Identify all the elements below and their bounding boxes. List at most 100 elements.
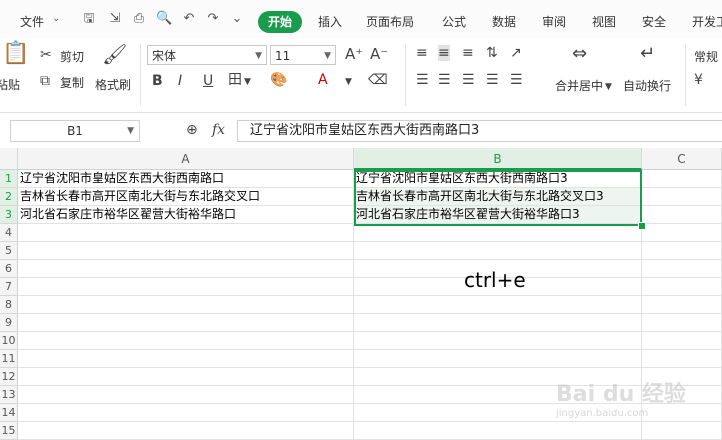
row-header[interactable]: 11 (0, 350, 18, 368)
paste-label[interactable]: 粘贴 (0, 76, 20, 93)
empty-cell[interactable] (642, 224, 722, 242)
file-menu[interactable]: 文件 (20, 13, 44, 30)
empty-cell[interactable] (642, 296, 722, 314)
empty-cell[interactable] (18, 368, 354, 386)
row-header[interactable]: 4 (0, 224, 18, 242)
cell-b1[interactable]: 辽宁省沈阳市皇姑区东西大街西南路口3 (354, 170, 642, 188)
empty-cell[interactable] (354, 350, 642, 368)
merge-center-icon[interactable]: ⇔ (572, 45, 587, 63)
empty-cell[interactable] (642, 242, 722, 260)
shrink-font-icon[interactable]: A⁻ (370, 46, 388, 62)
distributed-icon[interactable]: ☰ (510, 72, 523, 88)
preview-icon[interactable]: 🔍 (156, 12, 172, 26)
border-icon[interactable]: 田 (228, 72, 242, 88)
row-header[interactable]: 2 (0, 188, 18, 206)
empty-cell[interactable] (642, 350, 722, 368)
row-header[interactable]: 10 (0, 332, 18, 350)
align-bottom-icon[interactable]: ≡ (462, 45, 474, 61)
tab-home[interactable]: 开始 (258, 11, 302, 33)
empty-cell[interactable] (18, 260, 354, 278)
grow-font-icon[interactable]: A⁺ (345, 46, 363, 62)
empty-cell[interactable] (642, 314, 722, 332)
export-icon[interactable]: ⇲ (108, 12, 122, 26)
empty-cell[interactable] (354, 242, 642, 260)
row-header[interactable]: 8 (0, 296, 18, 314)
copy-icon[interactable]: ⧉ (40, 73, 50, 89)
empty-cell[interactable] (642, 278, 722, 296)
cell-b3[interactable]: 河北省石家庄市裕华区翟营大街裕华路口3 (354, 206, 642, 224)
text-direction-icon[interactable]: ⇅ (486, 45, 498, 61)
number-format-select[interactable]: 常规 (694, 48, 718, 65)
align-left-icon[interactable]: ☰ (416, 72, 429, 88)
empty-cell[interactable] (18, 422, 354, 440)
tab-formulas[interactable]: 公式 (442, 13, 466, 30)
empty-cell[interactable] (18, 314, 354, 332)
empty-cell[interactable] (642, 188, 722, 206)
orientation-icon[interactable]: ↗ (510, 45, 522, 61)
paste-icon[interactable]: 📋 (2, 43, 29, 65)
align-middle-icon[interactable]: ≡ (438, 45, 450, 61)
empty-cell[interactable] (18, 242, 354, 260)
chevron-down-icon[interactable]: ⌄ (52, 13, 60, 24)
tab-developer[interactable]: 开发工 (692, 13, 722, 30)
row-header[interactable]: 3 (0, 206, 18, 224)
print-icon[interactable]: ⎙ (132, 12, 146, 26)
fill-color-icon[interactable]: 🎨 (270, 72, 287, 88)
font-color-icon[interactable]: A (318, 72, 328, 88)
italic-button[interactable]: I (178, 73, 182, 89)
column-header-a[interactable]: A (18, 148, 354, 170)
empty-cell[interactable] (18, 350, 354, 368)
font-name-select[interactable]: 宋体 ▼ (147, 45, 267, 65)
tab-data[interactable]: 数据 (492, 13, 516, 30)
empty-cell[interactable] (18, 386, 354, 404)
chevron-down-icon[interactable]: ⌄ (230, 12, 244, 26)
formula-input[interactable]: 辽宁省沈阳市皇姑区东西大街西南路口3 (237, 120, 722, 142)
align-right-icon[interactable]: ☰ (462, 72, 475, 88)
redo-icon[interactable]: ↷ (206, 12, 220, 26)
align-center-icon[interactable]: ☰ (438, 72, 451, 88)
cell-a2[interactable]: 吉林省长春市高开区南北大街与东北路交叉口 (18, 188, 354, 206)
fill-handle[interactable] (638, 222, 646, 230)
row-header[interactable]: 13 (0, 386, 18, 404)
empty-cell[interactable] (18, 278, 354, 296)
chevron-down-icon[interactable]: ▼ (255, 46, 262, 66)
empty-cell[interactable] (354, 314, 642, 332)
fx-icon[interactable]: fx (212, 122, 225, 138)
empty-cell[interactable] (642, 206, 722, 224)
save-icon[interactable]: 🖫 (82, 12, 96, 26)
wrap-text-icon[interactable]: ↵ (640, 45, 655, 63)
tab-security[interactable]: 安全 (642, 13, 666, 30)
cell-a3[interactable]: 河北省石家庄市裕华区翟营大街裕华路口 (18, 206, 354, 224)
format-painter-button[interactable]: 格式刷 (95, 76, 131, 93)
empty-cell[interactable] (18, 332, 354, 350)
eraser-icon[interactable]: ⌫ (368, 72, 388, 88)
chevron-down-icon[interactable]: ▼ (345, 74, 352, 90)
empty-cell[interactable] (354, 332, 642, 350)
chevron-down-icon[interactable]: ▼ (605, 79, 612, 95)
empty-cell[interactable] (18, 224, 354, 242)
row-header[interactable]: 5 (0, 242, 18, 260)
row-header[interactable]: 9 (0, 314, 18, 332)
tab-page-layout[interactable]: 页面布局 (366, 13, 414, 30)
scissors-icon[interactable]: ✂ (40, 47, 52, 63)
column-header-c[interactable]: C (642, 148, 722, 170)
tab-view[interactable]: 视图 (592, 13, 616, 30)
empty-cell[interactable] (18, 296, 354, 314)
cell-a1[interactable]: 辽宁省沈阳市皇姑区东西大街西南路口 (18, 170, 354, 188)
merge-center-button[interactable]: 合并居中 (555, 77, 603, 94)
currency-icon[interactable]: ¥ (694, 72, 703, 88)
empty-cell[interactable] (642, 260, 722, 278)
undo-icon[interactable]: ↶ (182, 12, 196, 26)
align-top-icon[interactable]: ≡ (416, 45, 428, 61)
chevron-down-icon[interactable]: ▼ (244, 74, 251, 90)
format-painter-icon[interactable]: 🖌 (102, 44, 127, 64)
empty-cell[interactable] (354, 296, 642, 314)
tab-review[interactable]: 审阅 (542, 13, 566, 30)
wrap-text-button[interactable]: 自动换行 (623, 77, 671, 94)
row-header[interactable]: 12 (0, 368, 18, 386)
row-header[interactable]: 15 (0, 422, 18, 440)
zoom-icon[interactable]: ⊕ (186, 122, 198, 138)
select-all-corner[interactable] (0, 148, 18, 170)
empty-cell[interactable] (642, 170, 722, 188)
column-header-b[interactable]: B (354, 148, 642, 170)
